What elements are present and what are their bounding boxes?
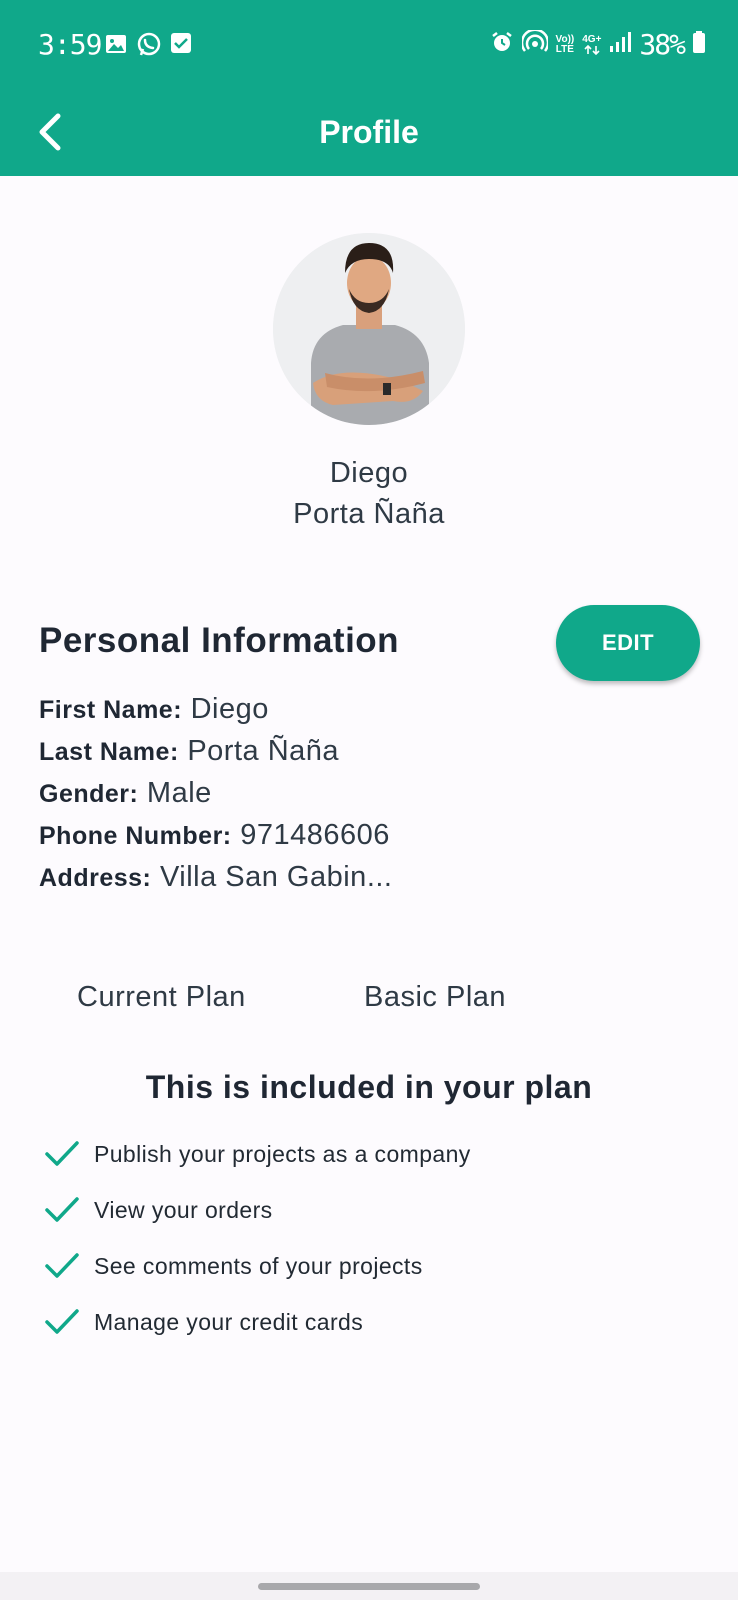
- info-last-name: Last Name: Porta Ñaña: [39, 735, 339, 768]
- current-plan-label: Current Plan: [77, 981, 246, 1013]
- current-plan-value: Basic Plan: [364, 981, 507, 1013]
- plan-feature-text: View your orders: [94, 1196, 273, 1223]
- check-icon: [45, 1253, 79, 1278]
- plan-included-title: This is included in your plan: [145, 1069, 593, 1105]
- app-bar: Profile: [0, 88, 738, 176]
- plan-feature-text: Manage your credit cards: [94, 1308, 364, 1335]
- info-first-name: First Name: Diego: [39, 693, 269, 726]
- volte-icon: Vo)) LTE: [555, 33, 575, 55]
- hotspot-icon: [520, 28, 549, 59]
- system-icons: Vo)) LTE 4G+ 38%: [490, 28, 706, 61]
- profile-last-name: Porta Ñaña: [293, 498, 445, 530]
- page-title: Profile: [319, 114, 419, 150]
- info-address: Address: Villa San Gabin...: [39, 861, 392, 894]
- gallery-icon: [104, 32, 128, 63]
- info-value: Villa San Gabin...: [159, 861, 393, 893]
- notification-icons: [104, 32, 192, 63]
- 4g-icon: 4G+: [582, 34, 601, 55]
- info-label: Last Name:: [39, 738, 179, 766]
- check-icon: [45, 1309, 79, 1334]
- status-time: 3:59: [38, 28, 102, 61]
- plan-feature-item: Manage your credit cards: [44, 1307, 363, 1337]
- signal-icon: [609, 30, 632, 59]
- info-label: Phone Number:: [39, 822, 232, 850]
- home-gesture-handle[interactable]: [258, 1583, 480, 1590]
- check-icon: [45, 1141, 79, 1166]
- battery-percent: 38%: [639, 28, 686, 61]
- info-value: Diego: [190, 693, 269, 725]
- profile-first-name: Diego: [329, 457, 409, 489]
- info-value: 971486606: [240, 819, 390, 851]
- plan-feature-text: See comments of your projects: [94, 1252, 423, 1279]
- info-value: Male: [146, 777, 212, 809]
- alarm-icon: [490, 30, 514, 59]
- plan-feature-item: See comments of your projects: [44, 1251, 423, 1281]
- personal-info-title: Personal Information: [39, 621, 400, 660]
- info-phone: Phone Number: 971486606: [39, 819, 390, 852]
- info-label: First Name:: [39, 696, 183, 724]
- profile-photo: [273, 233, 465, 425]
- plan-feature-text: Publish your projects as a company: [94, 1140, 471, 1167]
- info-gender: Gender: Male: [39, 777, 212, 810]
- info-value: Porta Ñaña: [187, 735, 340, 767]
- check-icon: [45, 1197, 79, 1222]
- whatsapp-icon: [136, 32, 162, 63]
- avatar: [273, 233, 465, 425]
- checkbox-icon: [170, 32, 192, 63]
- status-bar: 3:59 Vo)) LTE 4G+ 38%: [0, 0, 738, 88]
- info-label: Address:: [39, 864, 152, 892]
- plan-feature-item: Publish your projects as a company: [44, 1139, 471, 1169]
- edit-button[interactable]: EDIT: [556, 605, 700, 681]
- info-label: Gender:: [39, 780, 139, 808]
- battery-icon: [692, 30, 706, 59]
- plan-feature-item: View your orders: [44, 1195, 273, 1225]
